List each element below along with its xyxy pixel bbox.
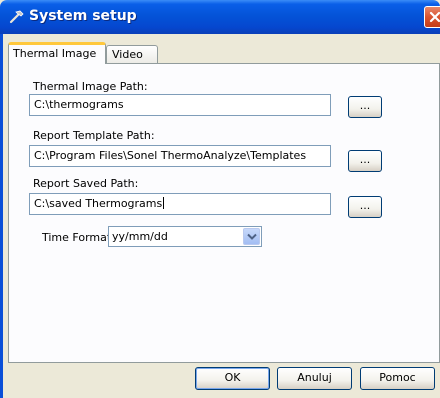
ok-button-label: OK (224, 371, 241, 384)
report-saved-path-input[interactable]: C:\saved Thermograms (29, 193, 331, 215)
time-format-select[interactable]: yy/mm/dd (108, 226, 262, 247)
thermal-image-path-input[interactable]: C:\thermograms (29, 94, 331, 116)
thermal-image-path-browse-button[interactable]: ... (348, 96, 382, 118)
close-button[interactable] (424, 6, 440, 28)
tab-video[interactable]: Video (106, 45, 158, 63)
cancel-button[interactable]: Anuluj (277, 367, 352, 390)
text-caret (163, 197, 165, 209)
cancel-button-label: Anuluj (297, 371, 332, 384)
tab-thermal-image-label: Thermal Image (13, 47, 97, 60)
report-saved-path-browse-button[interactable]: ... (348, 196, 382, 218)
report-saved-path-value: C:\saved Thermograms (34, 197, 163, 210)
report-template-path-browse-button[interactable]: ... (348, 150, 382, 172)
browse-label: ... (359, 199, 371, 212)
chevron-down-icon (247, 233, 257, 240)
help-button-label: Pomoc (379, 371, 416, 384)
close-icon (429, 11, 440, 23)
report-template-path-input[interactable]: C:\Program Files\Sonel ThermoAnalyze\Tem… (29, 145, 331, 167)
report-saved-path-label: Report Saved Path: (33, 177, 139, 190)
report-template-path-label: Report Template Path: (33, 129, 155, 142)
hammer-icon (9, 9, 25, 25)
system-setup-dialog: System setup Thermal Image Video Thermal… (0, 0, 440, 398)
thermal-image-path-value: C:\thermograms (34, 98, 124, 111)
time-format-label: Time Format (42, 231, 112, 244)
help-button[interactable]: Pomoc (360, 367, 435, 390)
browse-label: ... (359, 153, 371, 166)
dropdown-arrow-button[interactable] (243, 228, 260, 245)
report-template-path-value: C:\Program Files\Sonel ThermoAnalyze\Tem… (34, 149, 307, 162)
time-format-value: yy/mm/dd (112, 230, 168, 243)
title-bar[interactable]: System setup (0, 0, 440, 34)
tab-video-label: Video (112, 48, 143, 61)
thermal-image-path-label: Thermal Image Path: (33, 80, 148, 93)
browse-label: ... (359, 99, 371, 112)
window-title: System setup (29, 8, 137, 24)
tab-thermal-image[interactable]: Thermal Image (8, 42, 106, 64)
window-frame-left (0, 34, 3, 398)
ok-button[interactable]: OK (195, 367, 270, 390)
